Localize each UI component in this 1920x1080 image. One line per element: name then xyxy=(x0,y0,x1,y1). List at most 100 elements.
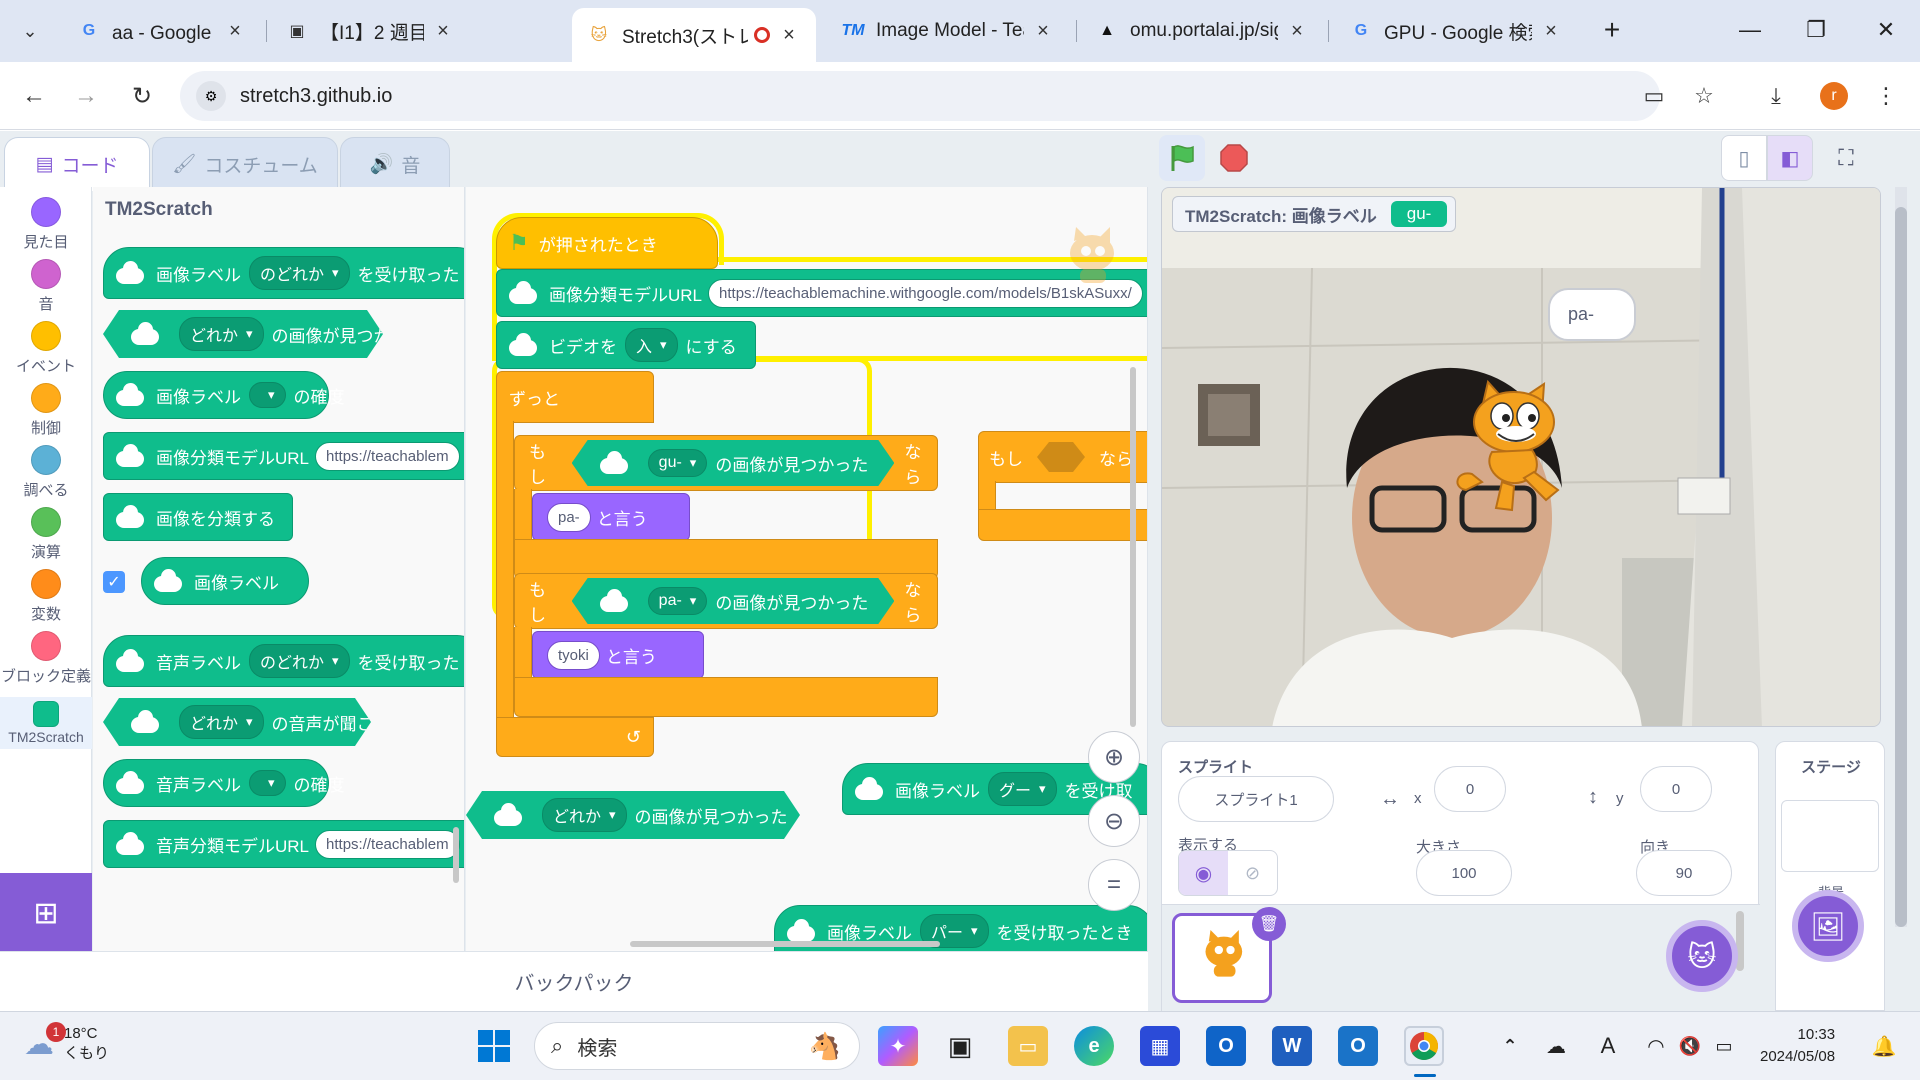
tab-code[interactable]: ▤ コード xyxy=(4,137,150,191)
chrome-icon[interactable] xyxy=(1404,1026,1444,1066)
image-label-confidence-block[interactable]: 画像ラベル の確度 xyxy=(103,371,345,419)
add-extension-button[interactable]: ⊞ xyxy=(0,873,92,953)
close-icon[interactable]: × xyxy=(224,20,246,43)
image-model-url-block[interactable]: 画像分類モデルURL https://teachablemachine.with… xyxy=(496,269,1147,317)
tab-sound[interactable]: 🔊 音 xyxy=(340,137,450,191)
tab-costume[interactable]: 🖌 コスチューム xyxy=(152,137,338,191)
browser-tab[interactable]: ▲ omu.portalai.jp/sig × xyxy=(1080,8,1324,54)
if-block[interactable]: もし gu- の画像が見つかった なら xyxy=(514,435,938,491)
close-icon[interactable]: × xyxy=(778,24,800,47)
browser-tab[interactable]: TM Image Model - Tea × xyxy=(826,8,1070,54)
loose-if-block[interactable]: もし なら xyxy=(978,431,1147,483)
stage-selector-pane[interactable]: ステージ 背景 🖼 xyxy=(1775,741,1885,1011)
label-dropdown[interactable]: どれか xyxy=(179,705,264,739)
sound-label-confidence-block[interactable]: 音声ラベル の確度 xyxy=(103,759,345,807)
category-sound[interactable]: 音 xyxy=(0,259,92,314)
category-control[interactable]: 制御 xyxy=(0,383,92,438)
close-window-button[interactable]: ✕ xyxy=(1862,12,1910,48)
label-dropdown[interactable]: グー xyxy=(988,772,1057,806)
download-icon[interactable]: ⤓ xyxy=(1758,78,1794,114)
label-dropdown[interactable]: pa- xyxy=(648,587,708,615)
sound-label-received-hat-block[interactable]: 音声ラベル のどれか を受け取った xyxy=(103,635,464,687)
add-backdrop-button[interactable]: 🖼 xyxy=(1792,890,1864,962)
close-icon[interactable]: × xyxy=(1540,20,1562,43)
start-button[interactable] xyxy=(474,1026,514,1066)
say-block[interactable]: tyoki と言う xyxy=(532,631,704,679)
empty-condition-slot[interactable] xyxy=(1037,442,1085,472)
bookmark-star-icon[interactable]: ☆ xyxy=(1686,78,1722,114)
forward-button[interactable]: → xyxy=(66,76,106,116)
browser-tab[interactable]: ▣ 【I1】2 週目 実習内 × xyxy=(270,8,470,54)
image-label-received-hat-block[interactable]: 画像ラベル のどれか を受け取った xyxy=(103,247,464,299)
forever-block[interactable]: ずっと xyxy=(496,371,654,423)
address-bar[interactable]: ⚙ stretch3.github.io xyxy=(180,71,1660,121)
vertical-scrollbar[interactable] xyxy=(1130,367,1136,727)
hide-eye-icon[interactable]: ⊘ xyxy=(1228,851,1277,895)
fullscreen-button[interactable]: ⛶ xyxy=(1823,135,1869,181)
onedrive-icon[interactable]: ☁ xyxy=(1536,1026,1576,1066)
zoom-out-button[interactable]: ⊖ xyxy=(1088,795,1140,847)
label-dropdown[interactable] xyxy=(249,770,286,796)
video-dropdown[interactable]: 入 xyxy=(625,328,678,362)
image-label-monitor[interactable]: TM2Scratch: 画像ラベル gu- xyxy=(1172,196,1457,232)
more-menu-icon[interactable]: ⋮ xyxy=(1868,78,1904,114)
sound-heard-boolean-block[interactable]: どれか の音声が聞こえた xyxy=(103,698,371,746)
video-toggle-block[interactable]: ビデオを 入 にする xyxy=(496,321,756,369)
new-tab-button[interactable]: + xyxy=(1588,12,1636,48)
classify-image-block[interactable]: 画像を分類する xyxy=(103,493,293,541)
image-found-boolean-block[interactable]: どれか の画像が見つかった xyxy=(103,310,383,358)
word-icon[interactable]: W xyxy=(1272,1026,1312,1066)
image-model-url-block[interactable]: 画像分類モデルURL https://teachablem xyxy=(103,432,464,480)
task-view-icon[interactable]: ▣ xyxy=(940,1026,980,1066)
label-dropdown[interactable]: のどれか xyxy=(249,256,350,290)
page-scrollbar-thumb[interactable] xyxy=(1895,207,1907,927)
notification-bell-icon[interactable]: 🔔 xyxy=(1864,1026,1904,1066)
chevron-up-icon[interactable]: ⌃ xyxy=(1490,1026,1530,1066)
x-position-input[interactable]: 0 xyxy=(1434,766,1506,812)
zoom-in-button[interactable]: ⊕ xyxy=(1088,731,1140,783)
stage-thumbnail[interactable] xyxy=(1781,800,1879,872)
horizontal-scrollbar[interactable] xyxy=(630,941,940,947)
say-text-input[interactable]: pa- xyxy=(547,502,591,532)
close-icon[interactable]: × xyxy=(432,20,454,43)
battery-icon[interactable]: ▭ xyxy=(1704,1026,1744,1066)
label-dropdown[interactable]: のどれか xyxy=(249,644,350,678)
category-variables[interactable]: 変数 xyxy=(0,569,92,624)
file-explorer-icon[interactable]: ▭ xyxy=(1008,1026,1048,1066)
sprite-name-input[interactable]: スプライト1 xyxy=(1178,776,1334,822)
say-text-input[interactable]: tyoki xyxy=(547,640,600,670)
browser-tab-active[interactable]: 🐱 Stretch3(ストレ × xyxy=(572,8,816,62)
ime-icon[interactable]: A xyxy=(1588,1026,1628,1066)
category-looks[interactable]: 見た目 xyxy=(0,197,92,252)
edge-icon[interactable]: e xyxy=(1074,1026,1114,1066)
label-dropdown[interactable]: どれか xyxy=(179,317,264,351)
camera-in-use-icon[interactable]: ▭ xyxy=(1636,78,1672,114)
category-my-blocks[interactable]: ブロック定義 xyxy=(0,631,92,686)
browser-tab[interactable]: G aa - Google 検索 × xyxy=(62,8,262,54)
delete-sprite-button[interactable]: 🗑 xyxy=(1252,907,1286,941)
size-input[interactable]: 100 xyxy=(1416,850,1512,896)
direction-input[interactable]: 90 xyxy=(1636,850,1732,896)
zoom-reset-button[interactable]: = xyxy=(1088,859,1140,911)
minimize-button[interactable]: — xyxy=(1726,12,1774,48)
page-scrollbar[interactable] xyxy=(1895,187,1907,927)
small-stage-button[interactable]: ▯ xyxy=(1721,135,1767,181)
show-eye-icon[interactable]: ◉ xyxy=(1179,851,1228,895)
y-position-input[interactable]: 0 xyxy=(1640,766,1712,812)
sound-model-url-block[interactable]: 音声分類モデルURL https://teachablem xyxy=(103,820,464,868)
label-dropdown[interactable]: どれか xyxy=(542,798,627,832)
green-flag-button[interactable] xyxy=(1159,135,1205,181)
browser-tab[interactable]: G GPU - Google 検索 × xyxy=(1334,8,1578,54)
category-operators[interactable]: 演算 xyxy=(0,507,92,562)
monitor-checkbox[interactable]: ✓ xyxy=(103,571,125,593)
add-sprite-button[interactable]: 🐱 xyxy=(1666,920,1738,992)
category-sensing[interactable]: 調べる xyxy=(0,445,92,500)
image-found-boolean-block[interactable]: pa- の画像が見つかった xyxy=(572,578,895,624)
close-icon[interactable]: × xyxy=(1286,20,1308,43)
if-block[interactable]: もし pa- の画像が見つかった なら xyxy=(514,573,938,629)
stage-canvas[interactable]: TM2Scratch: 画像ラベル gu- pa- xyxy=(1161,187,1881,727)
close-icon[interactable]: × xyxy=(1032,20,1054,43)
stop-button[interactable] xyxy=(1211,135,1257,181)
model-url-input[interactable]: https://teachablem xyxy=(315,829,460,859)
label-dropdown[interactable]: gu- xyxy=(648,449,708,477)
